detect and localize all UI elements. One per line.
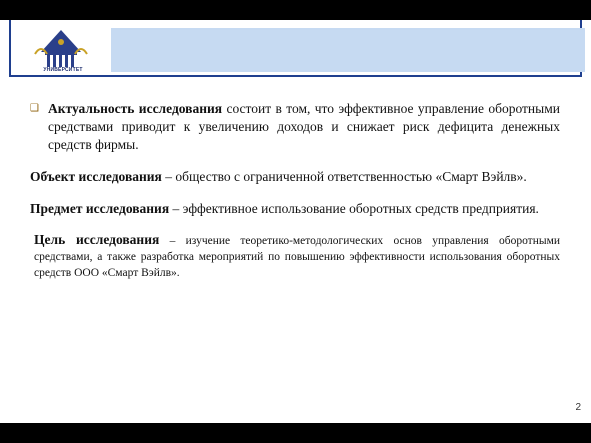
subject-term: Предмет исследования bbox=[30, 201, 170, 216]
subject-text: – эффективное использование оборотных ср… bbox=[169, 201, 539, 216]
page-number: 2 bbox=[575, 402, 581, 413]
slide: УНИВЕРСИТЕТ ❑ Актуальность исследования … bbox=[0, 20, 591, 423]
header-frame: УНИВЕРСИТЕТ bbox=[9, 20, 585, 77]
object-paragraph: Объект исследования – общество с огранич… bbox=[30, 168, 560, 186]
object-term: Объект исследования bbox=[30, 169, 162, 184]
content: ❑ Актуальность исследования состоит в то… bbox=[30, 100, 560, 281]
object-text: – общество с ограниченной ответственност… bbox=[161, 169, 527, 184]
goal-term: Цель исследования bbox=[34, 232, 160, 247]
actuality-term: Актуальность исследования bbox=[48, 101, 223, 116]
actuality-paragraph: ❑ Актуальность исследования состоит в то… bbox=[30, 100, 560, 154]
logo-text: УНИВЕРСИТЕТ bbox=[43, 67, 83, 73]
subject-paragraph: Предмет исследования – эффективное испол… bbox=[30, 200, 560, 218]
title-band bbox=[111, 28, 585, 72]
goal-paragraph: Цель исследования – изучение теоретико-м… bbox=[34, 232, 560, 281]
bullet-icon: ❑ bbox=[30, 103, 39, 114]
